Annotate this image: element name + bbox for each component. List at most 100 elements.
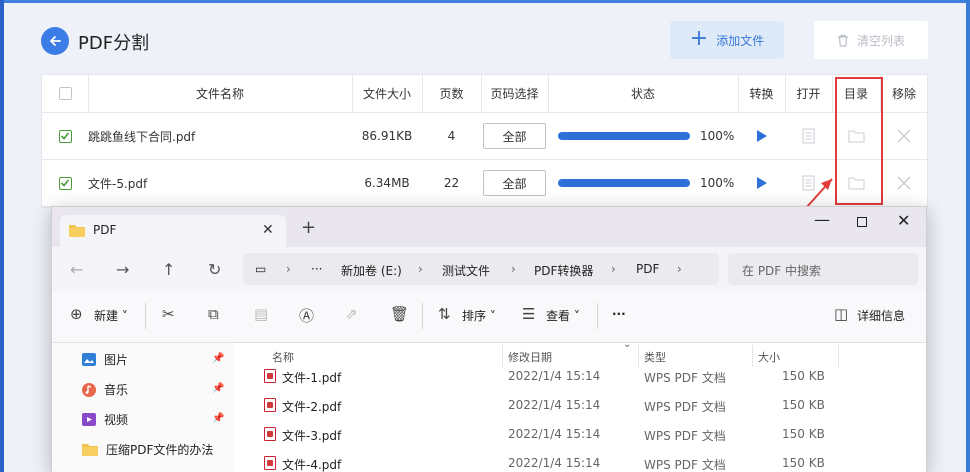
maximize-icon[interactable]	[857, 217, 867, 227]
breadcrumb-item[interactable]: PDF	[636, 262, 659, 276]
up-arrow-icon[interactable]: ↑	[162, 260, 175, 279]
refresh-icon[interactable]: ↻	[208, 260, 221, 279]
share-icon[interactable]: ⇗	[345, 305, 358, 323]
nav-item-folder[interactable]: 压缩PDF文件的办法	[82, 441, 213, 458]
pin-icon[interactable]: 📌	[212, 353, 224, 364]
remove-button[interactable]	[880, 113, 928, 159]
file-size: 150 KB	[782, 427, 825, 441]
table-row: 跳跳鱼线下合同.pdf 86.91KB 4 全部 100%	[42, 113, 927, 160]
more-options-icon[interactable]: ···	[612, 307, 626, 321]
row-checkbox[interactable]	[58, 129, 72, 143]
plus-icon: +	[689, 26, 709, 51]
open-file-button[interactable]	[785, 113, 832, 159]
tab-title: PDF	[93, 223, 117, 237]
file-row[interactable]: 文件-3.pdf 2022/1/4 15:14 WPS PDF 文档 150 K…	[234, 421, 926, 450]
col-filename[interactable]: 文件名称	[88, 75, 352, 112]
col-pages[interactable]: 页数	[422, 75, 481, 112]
back-button[interactable]	[41, 27, 69, 55]
file-type: WPS PDF 文档	[644, 458, 726, 472]
col-size[interactable]: 文件大小	[352, 75, 422, 112]
breadcrumb-item[interactable]: PDF转换器	[534, 262, 593, 279]
cut-icon[interactable]: ✂	[162, 305, 175, 323]
copy-icon[interactable]: ⧉	[208, 305, 219, 323]
music-icon	[82, 382, 96, 397]
row-size: 86.91KB	[361, 129, 413, 143]
window-right-edge	[966, 0, 970, 472]
col-page-select: 页码选择	[490, 87, 539, 101]
pin-icon[interactable]: 📌	[212, 413, 224, 424]
minimize-icon[interactable]: —	[814, 210, 830, 229]
page-select-button[interactable]: 全部	[483, 123, 546, 149]
pdf-file-icon	[264, 427, 276, 441]
convert-button[interactable]	[738, 113, 785, 159]
search-box[interactable]: 在 PDF 中搜索	[728, 253, 918, 285]
breadcrumb-item[interactable]: 新加卷 (E:)	[341, 262, 402, 279]
sort-icon: ⇅	[438, 305, 451, 323]
remove-button[interactable]	[880, 160, 928, 206]
rename-icon[interactable]: Ⓐ	[299, 305, 314, 326]
breadcrumb-item[interactable]: 测试文件	[442, 262, 490, 279]
nav-item-videos[interactable]: 视频	[82, 411, 128, 428]
col-open: 打开	[796, 87, 821, 101]
play-icon	[756, 130, 767, 142]
highlight-box	[835, 77, 883, 205]
progress-bar	[558, 132, 690, 140]
file-list: ⌄ 名称 修改日期 类型 大小 文件-1.pdf 2022/1/4 15:14 …	[234, 339, 926, 472]
close-icon	[897, 129, 911, 143]
chevron-right-icon: ›	[511, 262, 516, 276]
chevron-right-icon: ›	[611, 262, 616, 276]
explorer-tab[interactable]: PDF ✕	[60, 215, 286, 247]
delete-icon[interactable]: 🗑	[390, 305, 409, 323]
page-select-button[interactable]: 全部	[483, 170, 546, 196]
col-status: 状态	[630, 87, 655, 101]
videos-icon	[82, 413, 96, 426]
file-row[interactable]: 文件-2.pdf 2022/1/4 15:14 WPS PDF 文档 150 K…	[234, 392, 926, 421]
file-name: 文件-3.pdf	[282, 429, 342, 443]
row-pages: 22	[443, 176, 460, 190]
file-name: 文件-2.pdf	[282, 400, 342, 414]
new-plus-icon: ⊕	[70, 305, 83, 323]
row-checkbox[interactable]	[58, 176, 72, 190]
nav-item-pictures[interactable]: 图片	[82, 351, 128, 368]
document-icon	[802, 128, 815, 144]
new-button[interactable]: 新建 ˅	[94, 307, 128, 324]
nav-label: 音乐	[104, 383, 129, 397]
view-icon: ☰	[522, 305, 536, 323]
pin-icon[interactable]: 📌	[212, 383, 224, 394]
file-row[interactable]: 文件-4.pdf 2022/1/4 15:14 WPS PDF 文档 150 K…	[234, 450, 926, 472]
pdf-file-icon	[264, 398, 276, 412]
select-all-checkbox[interactable]	[58, 87, 72, 100]
new-tab-icon[interactable]: +	[301, 217, 316, 238]
row-size: 6.34MB	[364, 176, 410, 190]
page-title: PDF分割	[78, 33, 150, 54]
chevron-right-icon: ›	[677, 262, 682, 276]
details-button[interactable]: 详细信息	[857, 307, 905, 324]
col-convert: 转换	[749, 87, 774, 101]
pictures-icon	[82, 353, 96, 366]
file-row[interactable]: 文件-1.pdf 2022/1/4 15:14 WPS PDF 文档 150 K…	[234, 363, 926, 392]
sort-button[interactable]: 排序 ˅	[462, 307, 496, 324]
nav-item-music[interactable]: 音乐	[82, 381, 128, 398]
view-button[interactable]: 查看 ˅	[546, 307, 580, 324]
clear-list-button[interactable]: 清空列表	[814, 21, 928, 59]
row-pages: 4	[447, 129, 456, 143]
add-file-button[interactable]: + 添加文件	[670, 21, 784, 59]
window-close-icon[interactable]: ✕	[897, 211, 910, 230]
search-placeholder: 在 PDF 中搜索	[742, 264, 822, 278]
forward-arrow-icon[interactable]: →	[116, 260, 129, 279]
nav-label: 压缩PDF文件的办法	[106, 443, 214, 457]
back-arrow-icon[interactable]: ←	[70, 260, 83, 279]
progress-percent: 100%	[700, 129, 735, 143]
explorer-tabbar: PDF ✕ + — ✕	[52, 207, 926, 247]
row-filename: 跳跳鱼线下合同.pdf	[88, 129, 196, 144]
details-pane-icon: ◫	[834, 305, 849, 323]
address-bar[interactable]: ▭ › ··· 新加卷 (E:) › 测试文件 › PDF转换器 › PDF ›	[243, 253, 719, 285]
monitor-icon: ▭	[255, 262, 267, 276]
more-path-icon[interactable]: ···	[311, 262, 322, 276]
file-type: WPS PDF 文档	[644, 429, 726, 443]
file-date: 2022/1/4 15:14	[508, 456, 601, 470]
paste-icon[interactable]: ▤	[254, 305, 268, 323]
file-date: 2022/1/4 15:14	[508, 427, 601, 441]
pdf-file-icon	[264, 456, 276, 470]
tab-close-icon[interactable]: ✕	[262, 222, 274, 238]
